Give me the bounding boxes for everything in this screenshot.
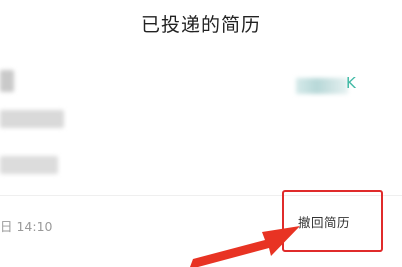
redacted-position-name bbox=[0, 110, 64, 128]
redacted-company-logo bbox=[0, 70, 14, 92]
page-title: 已投递的简历 bbox=[140, 14, 261, 36]
redacted-company-info bbox=[0, 156, 58, 174]
submission-time: 日 14:10 bbox=[0, 219, 53, 234]
withdraw-resume-label[interactable]: 撤回简历 bbox=[298, 212, 350, 231]
redacted-salary bbox=[296, 78, 348, 94]
submitted-resumes-page: 已投递的简历 K 日 14:10 撤回简历 bbox=[0, 0, 402, 267]
salary-suffix: K bbox=[346, 74, 356, 92]
red-arrow-annotation bbox=[190, 226, 300, 267]
